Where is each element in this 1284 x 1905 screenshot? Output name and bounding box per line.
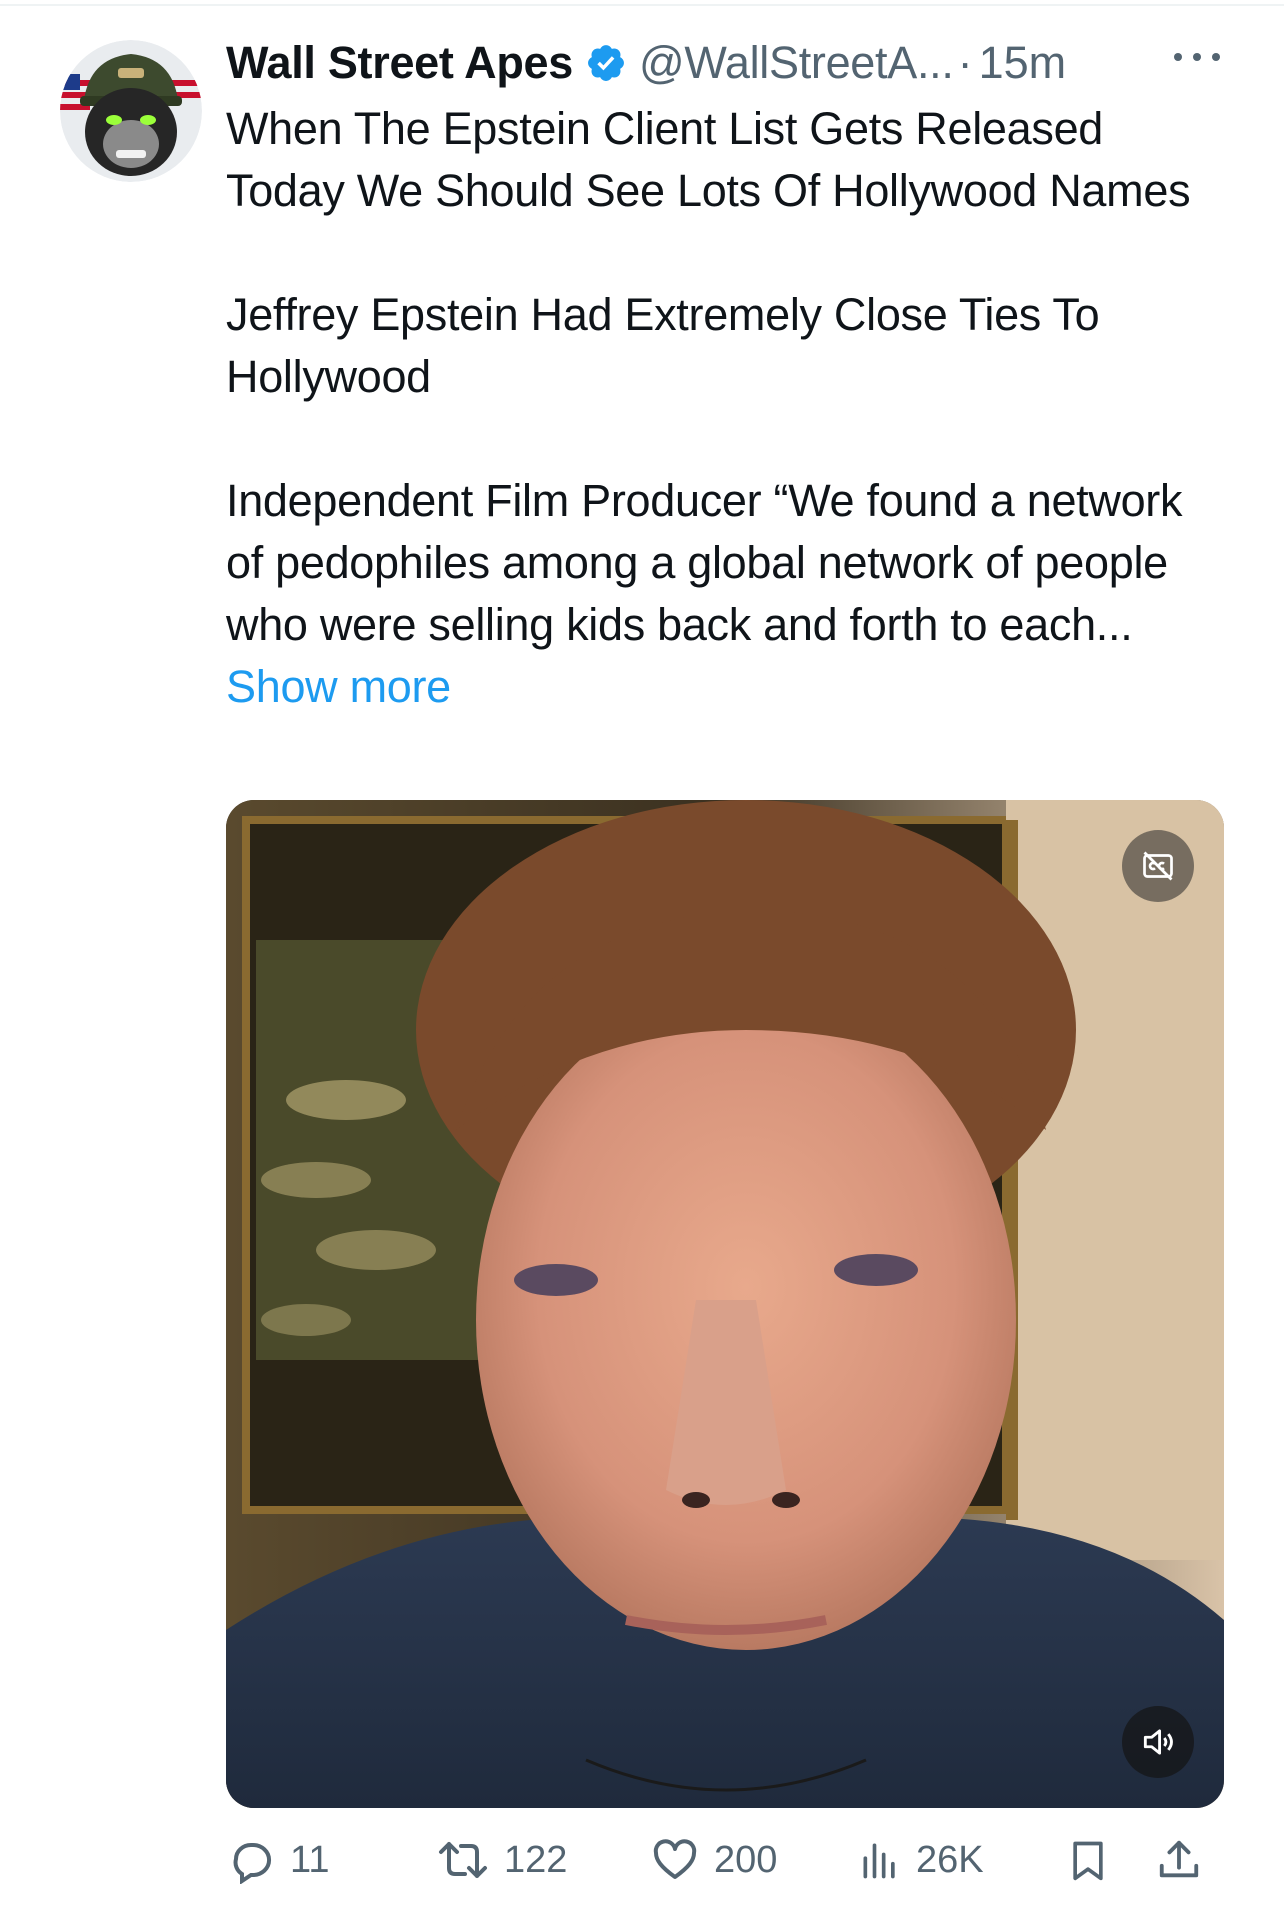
tweet-text: When The Epstein Client List Gets Releas… [226, 98, 1226, 718]
tweet-action-bar: 11 122 200 26K [226, 1830, 1226, 1890]
reply-button[interactable]: 11 [228, 1830, 329, 1890]
like-count: 200 [714, 1838, 778, 1881]
tweet-paragraph-1: When The Epstein Client List Gets Releas… [226, 103, 1191, 216]
author-handle[interactable]: @WallStreetA... [639, 37, 954, 89]
show-more-link[interactable]: Show more [226, 661, 451, 712]
like-button[interactable]: 200 [650, 1830, 777, 1890]
more-options-icon[interactable] [1170, 42, 1224, 72]
timestamp[interactable]: 15m [979, 37, 1067, 89]
view-count: 26K [916, 1838, 984, 1881]
author-display-name[interactable]: Wall Street Apes [226, 37, 573, 89]
share-icon [1159, 1840, 1199, 1878]
video-frame [226, 800, 1224, 1808]
avatar[interactable] [60, 40, 202, 182]
tweet-paragraph-2: Jeffrey Epstein Had Extremely Close Ties… [226, 289, 1100, 402]
repost-button[interactable]: 122 [436, 1830, 567, 1890]
reply-count: 11 [290, 1838, 330, 1881]
dot-icon [1193, 53, 1201, 61]
views-chart-icon [863, 1843, 895, 1879]
meta-separator: · [957, 37, 973, 88]
volume-muted-icon[interactable] [1122, 1706, 1194, 1778]
video-player[interactable] [226, 800, 1224, 1808]
verified-badge-icon[interactable] [585, 42, 627, 84]
top-divider [0, 4, 1284, 6]
tweet-paragraph-3: Independent Film Producer “We found a ne… [226, 470, 1226, 718]
reply-icon [233, 1843, 272, 1884]
repost-icon [439, 1842, 487, 1878]
tweet-paragraph-3-text: Independent Film Producer “We found a ne… [226, 475, 1183, 650]
tweet-header: Wall Street Apes @WallStreetA... · 15m [226, 30, 1226, 96]
captions-off-icon[interactable] [1122, 830, 1194, 902]
bookmark-button[interactable] [1066, 1830, 1110, 1890]
heart-icon [653, 1839, 697, 1879]
gorilla-avatar-icon [60, 40, 202, 182]
share-button[interactable] [1156, 1830, 1202, 1890]
dot-icon [1212, 53, 1220, 61]
bookmark-icon [1073, 1841, 1103, 1881]
dot-icon [1174, 53, 1182, 61]
views-button[interactable]: 26K [858, 1830, 984, 1890]
repost-count: 122 [504, 1838, 568, 1881]
